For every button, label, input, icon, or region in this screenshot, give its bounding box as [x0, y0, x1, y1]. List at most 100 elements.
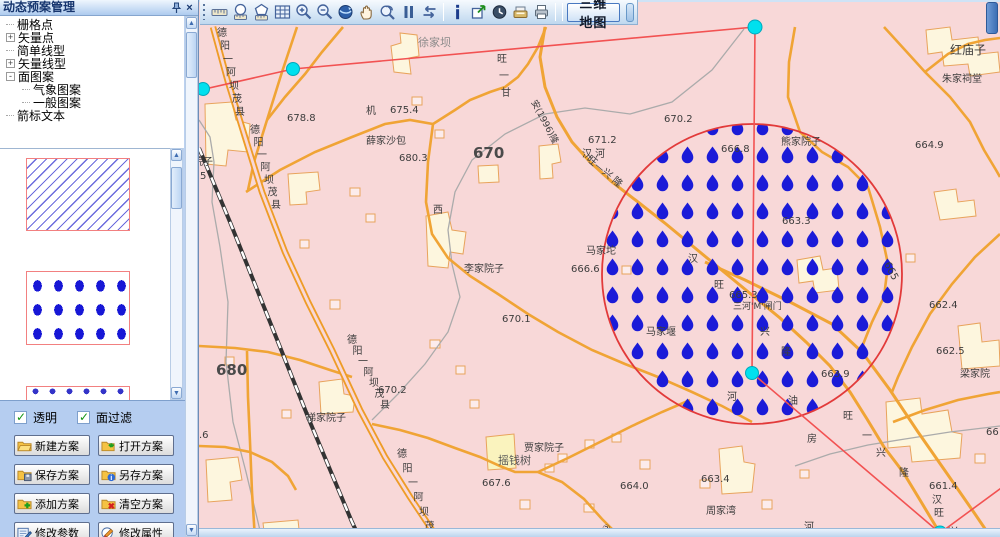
face-filter-checkbox[interactable] [77, 411, 90, 424]
add-plan-button[interactable]: 添加方案 [14, 493, 90, 514]
map-label: .6 [199, 430, 209, 441]
map-label: 马家坨 [586, 244, 616, 257]
map-label: 5 [200, 171, 206, 182]
3d-map-button[interactable]: 三维地图 [567, 3, 620, 22]
map-label: 675.4 [390, 105, 419, 116]
map-label: 坝 [369, 377, 379, 389]
map-label: 隆 [899, 466, 909, 479]
svg-text:i: i [110, 473, 112, 482]
map-canvas[interactable]: 徐家坝红庙子朱家祠堂678.8机675.4薛家沙包680.3670671.2汉 … [199, 2, 1000, 537]
map-label: 梁家院 [960, 367, 990, 380]
map-label: 茂 [232, 92, 242, 105]
map-label: 旺 [714, 280, 724, 291]
map-label: 663.9 [821, 369, 850, 380]
save-as-plan-folder-icon: i [101, 468, 116, 482]
vertex-handle[interactable] [287, 63, 300, 76]
scroll-down-icon[interactable]: ▼ [186, 524, 197, 536]
map-label: 666.6 [571, 264, 600, 275]
map-toolbar: 三维地图 [200, 0, 638, 25]
print-icon[interactable] [532, 2, 551, 23]
measure-polygon-icon[interactable] [252, 2, 271, 23]
map-label: 三河'M'闸门 [733, 300, 782, 312]
map-label: 阿 [414, 492, 424, 504]
expand-icon[interactable]: + [6, 59, 15, 68]
map-label: 茂 [375, 387, 385, 400]
panel-titlebar[interactable]: 动态预案管理 × [0, 0, 199, 16]
new-plan-folder-icon [17, 439, 32, 453]
map-label: 663.3 [782, 216, 811, 227]
toolbar-grip[interactable] [203, 4, 205, 20]
vertex-handle[interactable] [746, 367, 759, 380]
map-label: 旺 [497, 54, 507, 65]
face-filter-label: 面过滤 [96, 409, 132, 426]
vertex-handle[interactable] [748, 20, 762, 34]
map-label: 兴 [876, 447, 886, 459]
pan-hand-icon[interactable] [357, 2, 376, 23]
toolbar-separator [443, 3, 444, 21]
export-icon[interactable] [469, 2, 488, 23]
collapse-icon[interactable]: - [6, 72, 15, 81]
scrollbar-thumb[interactable] [171, 167, 182, 209]
tree-item[interactable]: 箭标文本 [0, 109, 184, 122]
edit-attrs-button[interactable]: 修改属性 [98, 522, 174, 537]
map-label: 县 [271, 199, 281, 211]
history-clock-icon[interactable] [490, 2, 509, 23]
map-label: 阿 [226, 67, 236, 79]
pause-icon[interactable] [399, 2, 418, 23]
map-label: 664.9 [915, 140, 944, 151]
edit-params-button[interactable]: 修改参数 [14, 522, 90, 537]
swap-arrows-icon[interactable] [420, 2, 439, 23]
zoom-out-icon[interactable] [315, 2, 334, 23]
scroll-up-icon[interactable]: ▲ [171, 149, 182, 161]
scroll-down-icon[interactable]: ▼ [171, 387, 182, 399]
map-label: 阳 [254, 137, 264, 149]
identify-info-icon[interactable] [448, 2, 467, 23]
map-label: 坝 [229, 80, 239, 92]
map-label: 665.3 [729, 290, 758, 301]
map-viewport[interactable]: 徐家坝红庙子朱家祠堂678.8机675.4薛家沙包680.3670671.2汉 … [199, 0, 1000, 537]
map-label: 662.4 [929, 300, 958, 311]
open-plan-button[interactable]: 打开方案 [98, 435, 174, 456]
pin-icon[interactable] [170, 1, 183, 14]
map-label: 664.0 [620, 481, 649, 492]
scrollbar-thumb[interactable] [186, 32, 197, 78]
grid-icon[interactable] [273, 2, 292, 23]
map-scrollbar-thumb[interactable] [986, 2, 998, 34]
globe-icon[interactable] [336, 2, 355, 23]
map-label: 薛家沙包 [366, 134, 406, 147]
map-label: 房 [807, 432, 817, 445]
map-label: 李家院子 [464, 262, 504, 275]
transparent-checkbox[interactable] [14, 411, 27, 424]
map-label: 阿 [261, 162, 271, 174]
panel-scrollbar[interactable]: ▲ ▼ [185, 16, 198, 537]
diagonal-hatch-pattern[interactable] [26, 158, 130, 231]
close-icon[interactable]: × [183, 1, 196, 14]
map-label: 670.1 [502, 314, 531, 325]
horizontal-scrollbar[interactable] [199, 528, 1000, 537]
partial-toolbar-button[interactable] [626, 3, 634, 22]
tree-item[interactable]: -面图案 [0, 70, 184, 83]
map-label: 油 [788, 394, 798, 407]
save-plan-button[interactable]: 保存方案 [14, 464, 90, 485]
zoom-previous-icon[interactable] [378, 2, 397, 23]
toolbar-separator [562, 3, 563, 21]
scroll-up-icon[interactable]: ▲ [186, 17, 197, 29]
blue-drops-pattern[interactable] [26, 271, 130, 345]
print-preview-icon[interactable] [511, 2, 530, 23]
map-label: 680.3 [399, 153, 428, 164]
partial-pattern[interactable] [26, 386, 130, 400]
map-label: 663.4 [701, 474, 730, 485]
clear-plan-button[interactable]: 清空方案 [98, 493, 174, 514]
measure-distance-icon[interactable] [210, 2, 229, 23]
map-label: 西 [433, 205, 443, 216]
save-as-plan-button[interactable]: i 另存方案 [98, 464, 174, 485]
map-label: 一 [358, 357, 368, 368]
pattern-list-scrollbar[interactable]: ▲ ▼ [170, 148, 183, 400]
map-label: 汉 [688, 253, 698, 265]
measure-area-icon[interactable] [231, 2, 250, 23]
zoom-in-icon[interactable] [294, 2, 313, 23]
vertex-handle[interactable] [199, 83, 210, 96]
map-label: 670.2 [664, 114, 693, 125]
new-plan-button[interactable]: 新建方案 [14, 435, 90, 456]
expand-icon[interactable]: + [6, 33, 15, 42]
